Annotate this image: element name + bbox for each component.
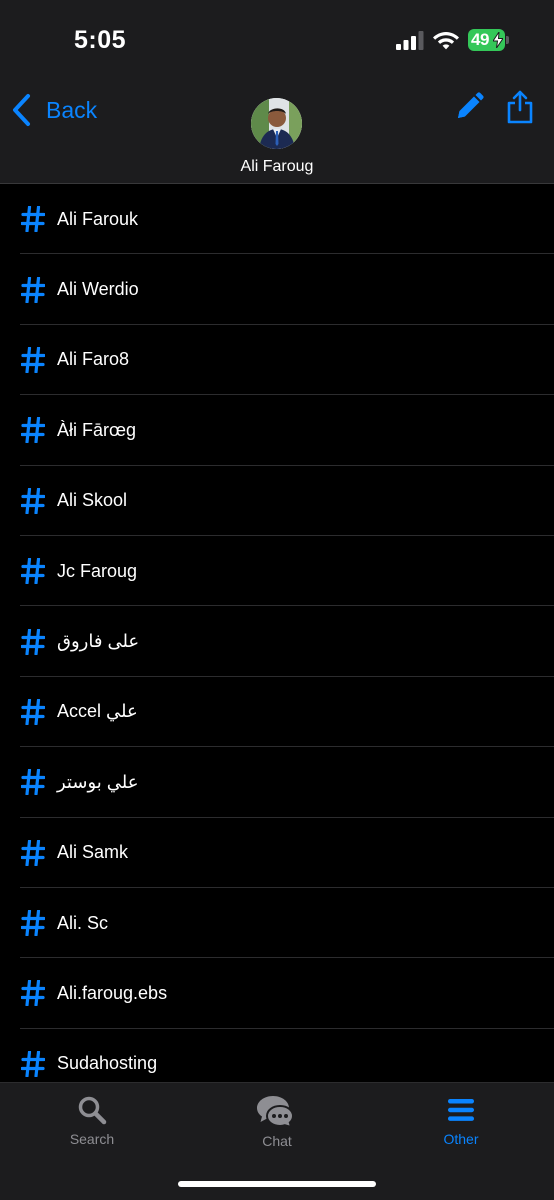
list-item-label: Ali Werdio [57, 279, 139, 300]
list-item-label: Ali Skool [57, 490, 128, 511]
tab-chat-label: Chat [262, 1133, 292, 1149]
back-label: Back [46, 96, 98, 123]
list-item[interactable]: Accel علي [0, 677, 554, 748]
list-item-label: على فاروق [57, 631, 140, 652]
hash-icon [21, 698, 45, 725]
hash-icon [21, 1050, 45, 1077]
battery-level: 49 [471, 30, 489, 49]
list-item[interactable]: Ali Faro8 [0, 325, 554, 396]
list-item-label: Ali. Sc [57, 912, 109, 933]
list-item-label: Àłi Fārœg [57, 419, 137, 440]
status-bar: 5:05 49 [0, 0, 554, 84]
hash-icon [21, 276, 45, 303]
hash-icon [21, 980, 45, 1007]
contact-name: Ali Faroug [240, 158, 314, 175]
list-item[interactable]: Ali. Sc [0, 888, 554, 959]
battery-icon: 49 [468, 29, 510, 51]
back-button[interactable]: Back [10, 90, 97, 130]
status-time: 5:05 [74, 26, 127, 54]
list-item-label: Accel علي [57, 701, 138, 722]
list-item-label: Ali Samk [57, 842, 129, 863]
list-item[interactable]: Sudahosting [0, 1029, 554, 1082]
hash-icon [21, 487, 45, 514]
hash-icon [21, 346, 45, 373]
charging-bolt-icon [493, 32, 503, 48]
avatar[interactable] [251, 98, 302, 149]
hash-icon [21, 839, 45, 866]
edit-icon[interactable] [454, 92, 484, 122]
list-item[interactable]: على فاروق [0, 606, 554, 678]
list-item-label: Jc Faroug [57, 560, 138, 581]
list-item[interactable]: Àłi Fārœg [0, 395, 554, 466]
tab-search-label: Search [69, 1131, 115, 1147]
hash-icon [21, 910, 45, 937]
contact-detail-screen: 5:05 49 Back Ali Faroug Ali Farouk Ali W… [0, 0, 554, 1200]
tab-other[interactable]: Other [401, 1095, 521, 1157]
list-item-label: Ali Farouk [57, 208, 139, 229]
search-icon [78, 1096, 107, 1125]
list-item[interactable]: Ali Farouk [0, 184, 554, 255]
tab-chat[interactable]: Chat [217, 1095, 337, 1157]
chat-icon [257, 1096, 295, 1127]
avatar-photo [251, 98, 302, 149]
list-item[interactable]: علي بوستر [0, 747, 554, 818]
list-item-label: Sudahosting [57, 1053, 158, 1074]
list-item-label: Ali Faro8 [57, 349, 130, 370]
list-item-label: Ali.faroug.ebs [57, 982, 168, 1003]
hash-icon [21, 769, 45, 796]
home-indicator [178, 1181, 376, 1187]
names-list: Ali Farouk Ali Werdio Ali Faro8 Àłi Fārœg Al… [0, 184, 554, 1082]
hash-icon [21, 206, 45, 233]
list-item[interactable]: Jc Faroug [0, 536, 554, 607]
nav-header: Back Ali Faroug [0, 84, 554, 184]
list-item[interactable]: Ali.faroug.ebs [0, 958, 554, 1030]
hash-icon [21, 558, 45, 585]
list-item[interactable]: Ali Samk [0, 818, 554, 889]
hash-icon [21, 417, 45, 444]
signal-icon [396, 31, 424, 50]
list-item[interactable]: Ali Skool [0, 466, 554, 537]
chevron-left-icon [13, 94, 30, 126]
tab-search[interactable]: Search [32, 1095, 152, 1157]
list-item[interactable]: Ali Werdio [0, 254, 554, 326]
wifi-icon [433, 32, 459, 50]
share-icon[interactable] [506, 90, 534, 124]
list-item-label: علي بوستر [57, 771, 139, 792]
tab-other-label: Other [443, 1131, 479, 1147]
menu-icon [448, 1099, 474, 1121]
hash-icon [21, 628, 45, 655]
